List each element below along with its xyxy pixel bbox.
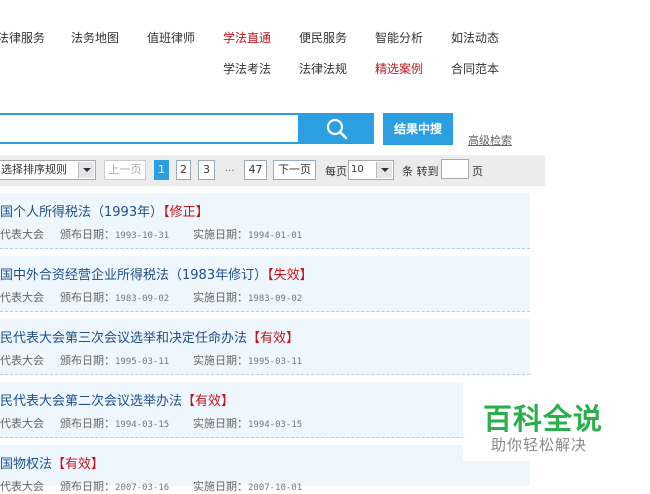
search-icon (326, 118, 348, 140)
watermark-subtitle: 助你轻松解决 (491, 436, 588, 454)
row-divider (0, 374, 530, 375)
watermark-title: 百科全说 (483, 402, 604, 436)
result-issuer: 代表大会 (0, 291, 44, 304)
result-title-link[interactable]: 国中外合资经营企业所得税法（1983年修订）【失效】 (0, 264, 313, 283)
row-divider (0, 248, 530, 249)
result-title-link[interactable]: 国物权法【有效】 (0, 453, 104, 472)
result-title-link[interactable]: 民代表大会第三次会议选举和决定任命办法【有效】 (0, 327, 299, 346)
effective-date: 1994-01-01 (248, 231, 303, 241)
nav-law-news[interactable]: 如法动态 (451, 29, 499, 46)
issue-date-label: 颁布日期： (60, 480, 115, 493)
nav-law-exam[interactable]: 学法考法 (223, 60, 271, 77)
result-title-link[interactable]: 民代表大会第二次会议选举办法【有效】 (0, 390, 234, 409)
effective-date-label: 实施日期： (193, 480, 248, 493)
effective-date-label: 实施日期： (193, 228, 248, 241)
result-issuer: 代表大会 (0, 228, 44, 241)
status-badge: 【修正】 (163, 205, 209, 220)
page-button-1[interactable]: 1 (154, 160, 169, 180)
status-badge: 【有效】 (247, 331, 300, 346)
search-button[interactable] (300, 113, 374, 144)
result-title-link[interactable]: 国个人所得税法（1993年）【修正】 (0, 201, 209, 220)
per-page-label: 每页 (325, 165, 347, 178)
issue-date: 2007-03-16 (115, 483, 170, 493)
nav-public-service[interactable]: 便民服务 (299, 29, 347, 46)
next-page-button[interactable]: 下一页 (273, 160, 316, 180)
issue-date: 1983-09-02 (115, 294, 170, 304)
result-issuer: 代表大会 (0, 354, 44, 367)
issue-date: 1995-03-11 (115, 357, 170, 367)
sort-select[interactable]: 选择排序规则 (0, 160, 96, 180)
effective-date: 1994-03-15 (248, 420, 303, 430)
status-badge: 【有效】 (52, 457, 105, 472)
chevron-down-icon (376, 162, 392, 178)
issue-date: 1994-03-15 (115, 420, 170, 430)
nav-contract-templates[interactable]: 合同范本 (451, 60, 499, 77)
effective-date: 2007-10-01 (248, 483, 303, 493)
result-issuer: 代表大会 (0, 480, 44, 493)
nav-legal-map[interactable]: 法务地图 (71, 29, 119, 46)
effective-date: 1983-09-02 (248, 294, 303, 304)
advanced-search-link[interactable]: 高级检索 (468, 132, 512, 148)
goto-suffix: 页 (472, 165, 483, 178)
search-input[interactable] (0, 113, 300, 144)
effective-date-label: 实施日期： (193, 354, 248, 367)
effective-date-label: 实施日期： (193, 417, 248, 430)
page-button-3[interactable]: 3 (198, 160, 215, 180)
row-divider (0, 311, 530, 312)
issue-date: 1993-10-31 (115, 231, 170, 241)
status-badge: 【失效】 (267, 268, 313, 283)
result-title: 民代表大会第二次会议选举办法 (0, 394, 183, 409)
nav-legal-service[interactable]: 法律服务 (0, 29, 45, 46)
effective-date: 1995-03-11 (248, 357, 303, 367)
status-badge: 【有效】 (182, 394, 235, 409)
issue-date-label: 颁布日期： (60, 354, 115, 367)
goto-label: 条 转到 (402, 165, 439, 178)
issue-date-label: 颁布日期： (60, 228, 115, 241)
issue-date-label: 颁布日期： (60, 417, 115, 430)
prev-page-button[interactable]: 上一页 (104, 160, 146, 180)
page-button-last[interactable]: 47 (244, 160, 267, 180)
nav-smart-analysis[interactable]: 智能分析 (375, 29, 423, 46)
nav-study-law[interactable]: 学法直通 (223, 29, 271, 46)
sort-select-value: 选择排序规则 (1, 163, 67, 176)
nav-selected-cases[interactable]: 精选案例 (375, 60, 423, 77)
result-title: 民代表大会第三次会议选举和决定任命办法 (0, 331, 248, 346)
result-title: 国中外合资经营企业所得税法（1983年修订） (0, 268, 268, 283)
effective-date-label: 实施日期： (193, 291, 248, 304)
nav-duty-lawyer[interactable]: 值班律师 (147, 29, 195, 46)
result-issuer: 代表大会 (0, 417, 44, 430)
search-in-results-button[interactable]: 结果中搜 (383, 113, 453, 145)
row-divider (0, 437, 530, 438)
result-title: 国物权法 (0, 457, 53, 472)
nav-laws-regulations[interactable]: 法律法规 (299, 60, 347, 77)
per-page-value: 10 (351, 164, 364, 175)
per-page-select[interactable]: 10 (348, 160, 394, 180)
watermark-logo: 百科全说 助你轻松解决 (463, 382, 626, 461)
issue-date-label: 颁布日期： (60, 291, 115, 304)
chevron-down-icon (78, 162, 94, 178)
page-button-2[interactable]: 2 (176, 160, 191, 180)
page-ellipsis: ... (225, 163, 235, 174)
goto-page-input[interactable] (441, 159, 469, 179)
result-title: 国个人所得税法（1993年） (0, 205, 164, 220)
